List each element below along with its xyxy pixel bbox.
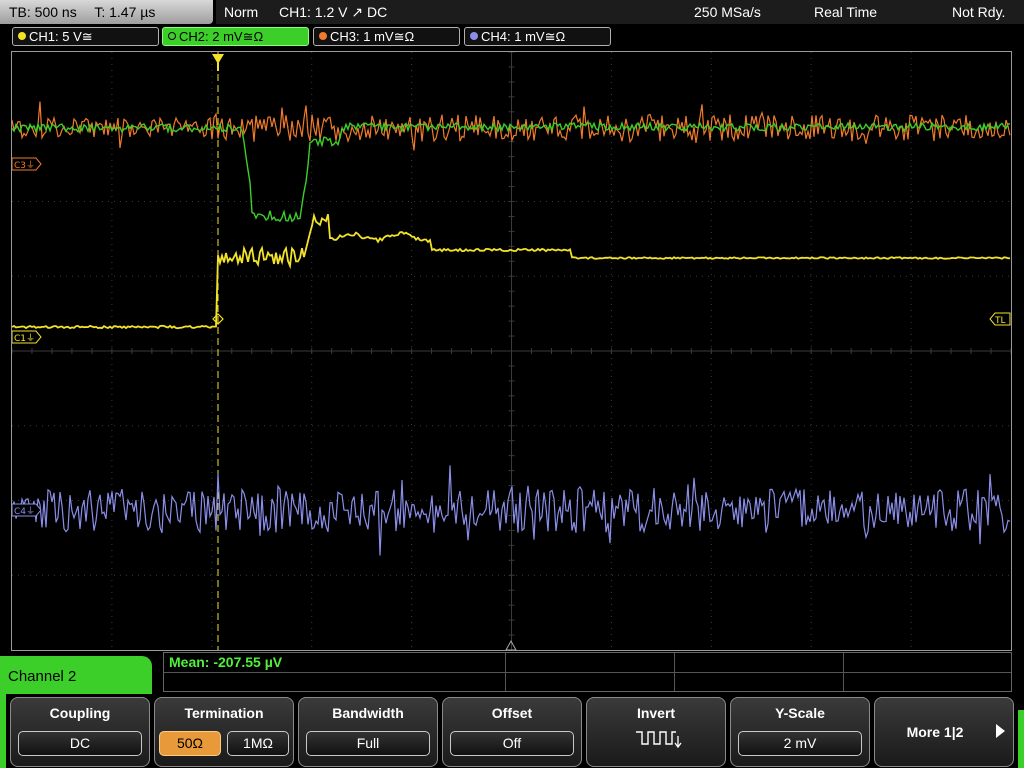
yscale-value[interactable]: 2 mV <box>738 731 862 756</box>
trigger-level-marker: TL <box>989 312 1011 326</box>
offset-softkey[interactable]: Offset Off <box>442 697 582 767</box>
measurement-panel: Mean: -207.55 µV <box>163 652 1012 692</box>
waveform-display[interactable]: C3⏚ C1⏚ C4⏚ TL <box>11 51 1012 651</box>
mean-measurement: Mean: -207.55 µV <box>169 654 283 670</box>
ch4-offset-marker: C4⏚ <box>12 503 42 517</box>
ch4-label: CH4: 1 mV≅Ω <box>481 29 566 44</box>
tab-ch3[interactable]: CH3: 1 mV≅Ω <box>313 27 460 46</box>
ch3-color-dot <box>319 32 327 40</box>
ch2-label: CH2: 2 mV≅Ω <box>179 29 264 44</box>
trigger-position-value: T: 1.47 µs <box>94 4 156 20</box>
trigger-state: Not Rdy. <box>952 4 1006 20</box>
ch3-marker-label: C3⏚ <box>14 160 35 171</box>
more-softkey[interactable]: More 1|2 <box>874 697 1014 767</box>
sample-rate: 250 MSa/s <box>694 4 761 20</box>
tab-ch2[interactable]: CH2: 2 mV≅Ω <box>162 27 309 46</box>
measurement-row <box>164 653 1011 673</box>
yscale-label: Y-Scale <box>775 705 825 721</box>
offset-value[interactable]: Off <box>450 731 574 756</box>
coupling-label: Coupling <box>49 705 111 721</box>
coupling-softkey[interactable]: Coupling DC <box>10 697 150 767</box>
termination-softkey[interactable]: Termination 50Ω 1MΩ <box>154 697 294 767</box>
bandwidth-softkey[interactable]: Bandwidth Full <box>298 697 438 767</box>
timebase-value: TB: 500 ns <box>9 4 77 20</box>
offset-label: Offset <box>491 705 533 721</box>
trigger-setting[interactable]: CH1: 1.2 V ↗ DC <box>279 0 387 24</box>
termination-50ohm-option[interactable]: 50Ω <box>159 731 221 756</box>
acquisition-mode: Real Time <box>814 4 878 20</box>
ch4-color-dot <box>470 32 478 40</box>
more-label: More 1|2 <box>906 724 964 740</box>
termination-1mohm-option[interactable]: 1MΩ <box>227 731 289 756</box>
timebase-status[interactable]: TB: 500 ns T: 1.47 µs <box>0 0 213 24</box>
ch3-label: CH3: 1 mV≅Ω <box>330 29 415 44</box>
tab-ch4[interactable]: CH4: 1 mV≅Ω <box>464 27 611 46</box>
bandwidth-value[interactable]: Full <box>306 731 430 756</box>
termination-label: Termination <box>184 705 264 721</box>
acquisition-status-bar: Norm CH1: 1.2 V ↗ DC 250 MSa/s Real Time… <box>216 0 1024 24</box>
inverted-square-wave-icon <box>636 731 682 749</box>
ch1-offset-marker: C1⏚ <box>12 330 42 344</box>
trigger-level-label: TL <box>994 316 1006 326</box>
bandwidth-label: Bandwidth <box>332 705 404 721</box>
ch1-marker-label: C1⏚ <box>14 333 35 344</box>
measurement-divider <box>674 653 675 691</box>
measurement-divider <box>505 653 506 691</box>
ch1-color-dot <box>18 32 26 40</box>
ch4-marker-label: C4⏚ <box>14 506 35 517</box>
yscale-softkey[interactable]: Y-Scale 2 mV <box>730 697 870 767</box>
tab-ch1[interactable]: CH1: 5 V≅ <box>12 27 159 46</box>
graticule-grid <box>12 52 1011 650</box>
ch2-color-dot <box>168 32 176 40</box>
arrow-right-icon <box>996 724 1005 738</box>
invert-softkey[interactable]: Invert <box>586 697 726 767</box>
ch3-offset-marker: C3⏚ <box>12 157 42 171</box>
measurement-divider <box>843 653 844 691</box>
menu-title: Channel 2 <box>8 668 77 685</box>
ch1-label: CH1: 5 V≅ <box>29 29 93 44</box>
coupling-value[interactable]: DC <box>18 731 142 756</box>
trigger-mode[interactable]: Norm <box>224 0 258 24</box>
invert-label: Invert <box>636 705 676 721</box>
